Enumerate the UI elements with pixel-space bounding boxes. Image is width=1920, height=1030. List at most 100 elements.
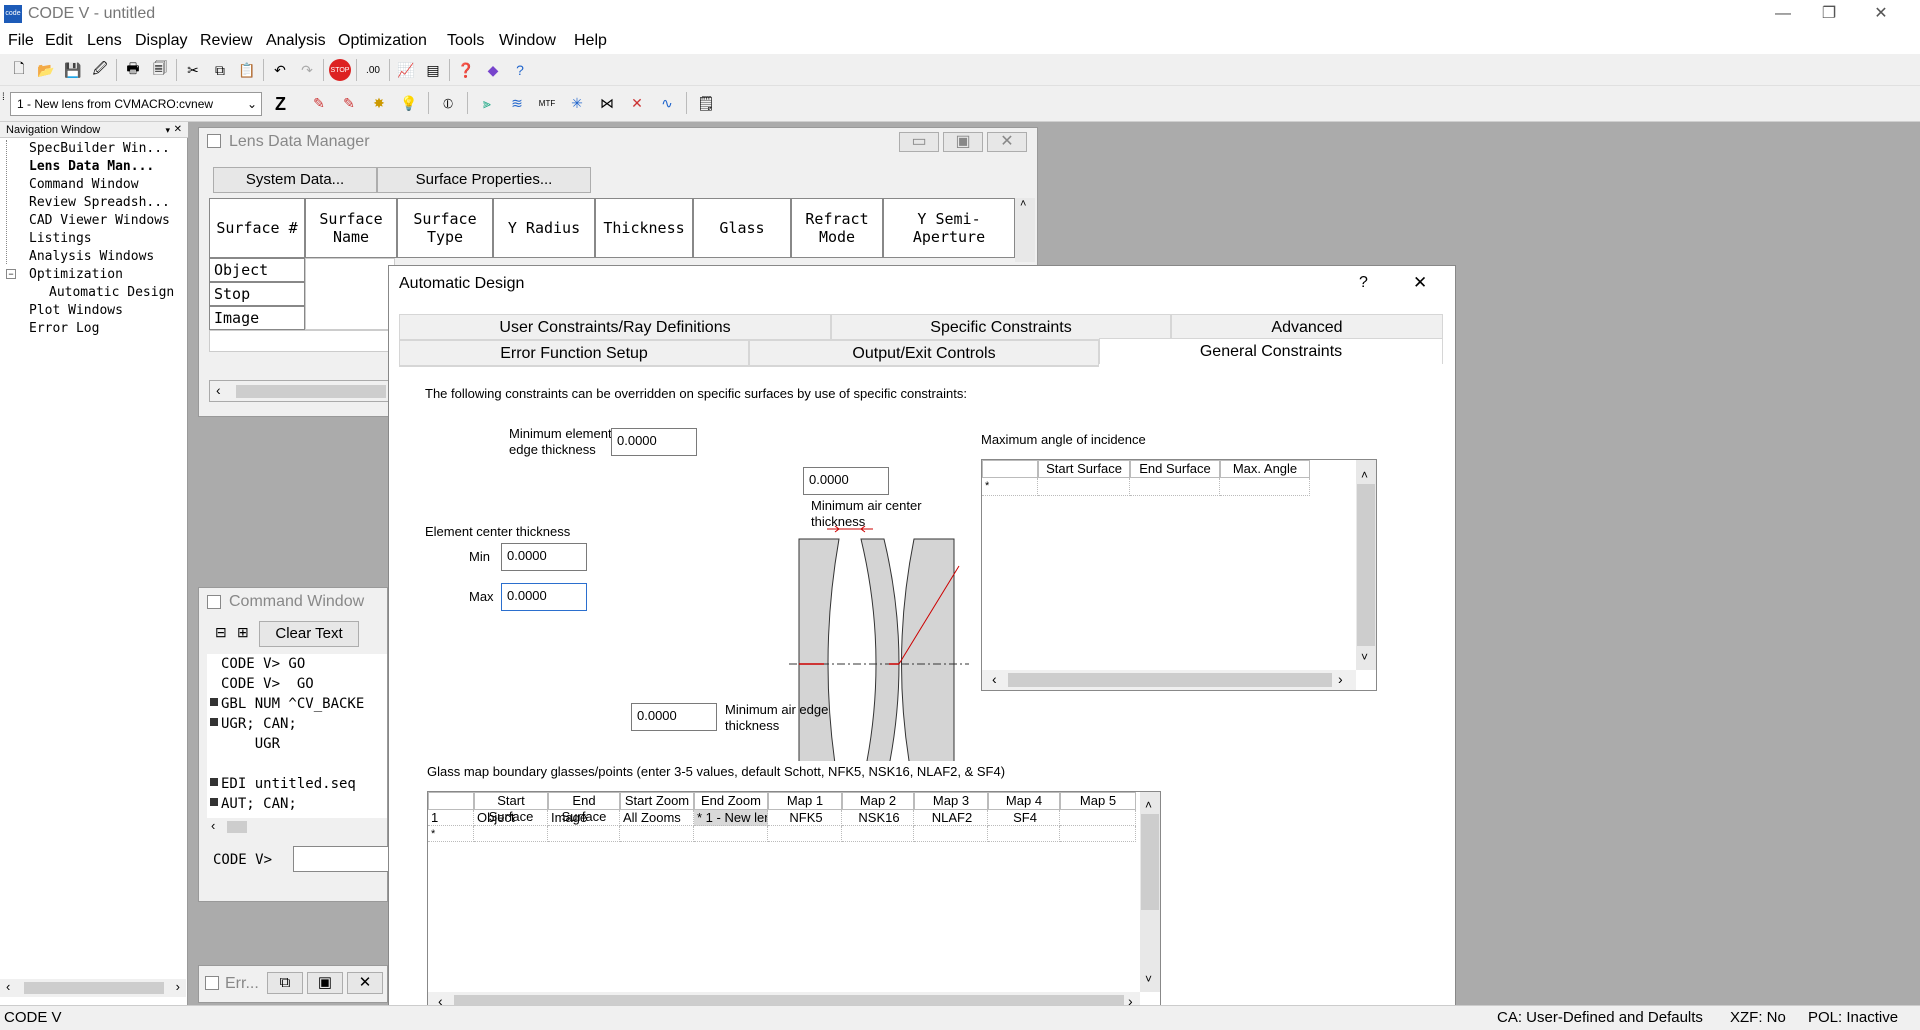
aberration-icon[interactable]: ≋	[506, 92, 528, 114]
center-thickness-max-field[interactable]: 0.0000	[501, 583, 587, 611]
nav-item-analysis-windows[interactable]: Analysis Windows	[29, 248, 154, 266]
redo-icon[interactable]: ↷	[296, 59, 318, 81]
scroll-left-icon[interactable]: ‹	[6, 979, 10, 994]
glass-col-end-surface[interactable]: End Surface	[548, 792, 620, 824]
nav-item-plot-windows[interactable]: Plot Windows	[29, 302, 123, 320]
field-icon[interactable]: ⋈	[596, 92, 618, 114]
lens-icon[interactable]: ⦶	[437, 92, 459, 114]
nav-item-automatic-design[interactable]: Automatic Design	[49, 284, 174, 302]
angle-cell[interactable]	[1130, 478, 1220, 496]
scroll-left-icon[interactable]: ‹	[992, 671, 997, 687]
min-air-edge-field[interactable]: 0.0000	[631, 703, 717, 731]
menu-file[interactable]: File	[8, 32, 34, 50]
restore-button[interactable]: ❐	[1806, 2, 1852, 26]
menu-analysis[interactable]: Analysis	[266, 32, 326, 50]
undo-icon[interactable]: ↶	[269, 59, 291, 81]
book-icon[interactable]: ◆	[482, 59, 504, 81]
angle-cell[interactable]	[1220, 478, 1310, 496]
bulb-icon[interactable]: 💡	[398, 92, 420, 114]
y-fan-icon[interactable]: ✎	[308, 92, 330, 114]
scroll-down-icon[interactable]: ˅	[1361, 650, 1368, 664]
scroll-left-icon[interactable]: ‹	[211, 818, 215, 833]
scroll-up-icon[interactable]: ˄	[1145, 798, 1152, 812]
angle-table[interactable]: Start Surface End Surface Max. Angle * ˄…	[981, 459, 1377, 691]
nav-item-command-window[interactable]: Command Window	[29, 176, 139, 194]
angle-col-end-surface[interactable]: End Surface	[1130, 460, 1220, 478]
decimal-places-icon[interactable]: .00	[362, 59, 384, 81]
col-surface-type[interactable]: Surface Type	[397, 198, 493, 258]
tab-general-constraints[interactable]: General Constraints	[1099, 338, 1443, 364]
glass-cell[interactable]	[914, 826, 988, 842]
err-close-icon[interactable]: ✕	[347, 972, 383, 994]
stop-icon[interactable]: STOP	[329, 59, 351, 81]
glass-cell-start-zoom[interactable]: All Zooms	[620, 810, 694, 826]
glass-vscrollbar[interactable]: ˄ ˅	[1140, 792, 1160, 992]
close-button[interactable]: ✕	[1858, 2, 1904, 26]
log-icon[interactable]: ⊟	[215, 624, 227, 641]
menu-review[interactable]: Review	[200, 32, 252, 50]
glass-cell-end-zoom[interactable]: * 1 - New len	[694, 810, 768, 826]
ldm-maximize-icon[interactable]: ▣	[943, 132, 983, 152]
cmd-hscrollbar[interactable]: ‹	[207, 818, 387, 836]
context-help-icon[interactable]: ?	[509, 59, 531, 81]
center-thickness-min-field[interactable]: 0.0000	[501, 543, 587, 571]
ldm-vscrollbar[interactable]: ˄	[1015, 198, 1035, 262]
nav-item-listings[interactable]: Listings	[29, 230, 92, 248]
glass-cell-map-5[interactable]	[1060, 810, 1136, 826]
menu-tools[interactable]: Tools	[447, 32, 484, 50]
edit-document-icon[interactable]: 🖉	[89, 59, 111, 81]
nav-item-specbuilder[interactable]: SpecBuilder Win...	[29, 140, 170, 158]
paste-icon[interactable]: 📋	[236, 59, 258, 81]
angle-hscrollbar[interactable]: ‹ ›	[982, 670, 1356, 690]
glass-cell[interactable]	[474, 826, 548, 842]
print-icon[interactable]: 🖶	[122, 59, 144, 81]
min-air-center-field[interactable]: 0.0000	[803, 467, 889, 495]
minimize-button[interactable]: —	[1760, 2, 1806, 26]
ray-trace-icon[interactable]: ⫸	[476, 92, 498, 114]
col-refract-mode[interactable]: Refract Mode	[791, 198, 883, 258]
mtf-icon[interactable]: MTF	[536, 92, 558, 114]
cmd-input[interactable]	[293, 846, 389, 872]
row-stop[interactable]: Stop	[209, 282, 305, 306]
angle-col-max-angle[interactable]: Max. Angle	[1220, 460, 1310, 478]
new-file-icon[interactable]: 🗋	[8, 59, 30, 81]
glass-cell-map-4[interactable]: SF4	[988, 810, 1060, 826]
angle-vscrollbar[interactable]: ˄ ˅	[1356, 460, 1376, 670]
scroll-left-icon[interactable]: ‹	[216, 382, 221, 398]
spot-icon[interactable]: ✸	[368, 92, 390, 114]
angle-cell[interactable]	[1038, 478, 1130, 496]
glass-cell[interactable]	[620, 826, 694, 842]
clear-text-button[interactable]: Clear Text	[259, 621, 359, 647]
scroll-thumb[interactable]	[1357, 484, 1375, 646]
tab-specific-constraints[interactable]: Specific Constraints	[831, 314, 1171, 340]
astig-icon[interactable]: ∿	[656, 92, 678, 114]
save-icon[interactable]: 💾	[62, 59, 84, 81]
collapse-icon[interactable]: −	[6, 269, 16, 279]
glass-col-map-1[interactable]: Map 1	[768, 792, 842, 810]
nav-item-lens-data-manager[interactable]: Lens Data Man...	[29, 158, 154, 176]
glass-cell[interactable]	[842, 826, 914, 842]
listing-icon[interactable]: 🗒	[695, 92, 717, 114]
col-surface-number[interactable]: Surface #	[209, 198, 305, 258]
scroll-right-icon[interactable]: ›	[176, 979, 180, 994]
glass-cell[interactable]	[768, 826, 842, 842]
err-maximize-icon[interactable]: ▣	[307, 972, 343, 994]
err-restore-icon[interactable]: ⧉	[267, 972, 303, 994]
glass-cell-map-2[interactable]: NSK16	[842, 810, 914, 826]
glass-col-start-zoom[interactable]: Start Zoom	[620, 792, 694, 810]
nav-item-review-spreadsheet[interactable]: Review Spreadsh...	[29, 194, 170, 212]
save-log-icon[interactable]: ⊞	[237, 624, 249, 641]
glass-cell[interactable]	[694, 826, 768, 842]
cut-icon[interactable]: ✂	[182, 59, 204, 81]
ldm-close-icon[interactable]: ✕	[987, 132, 1027, 152]
scroll-up-icon[interactable]: ˄	[1361, 468, 1368, 482]
nav-hscrollbar[interactable]: ‹ ›	[0, 979, 186, 997]
dialog-help-button[interactable]: ?	[1359, 274, 1368, 292]
glass-cell-map-3[interactable]: NLAF2	[914, 810, 988, 826]
glass-cell[interactable]	[1060, 826, 1136, 842]
scroll-up-icon[interactable]: ˄	[1020, 198, 1026, 210]
print-preview-icon[interactable]: 🗐	[149, 59, 171, 81]
menu-lens[interactable]: Lens	[87, 32, 122, 50]
row-object[interactable]: Object	[209, 258, 305, 282]
menu-optimization[interactable]: Optimization	[338, 32, 427, 50]
